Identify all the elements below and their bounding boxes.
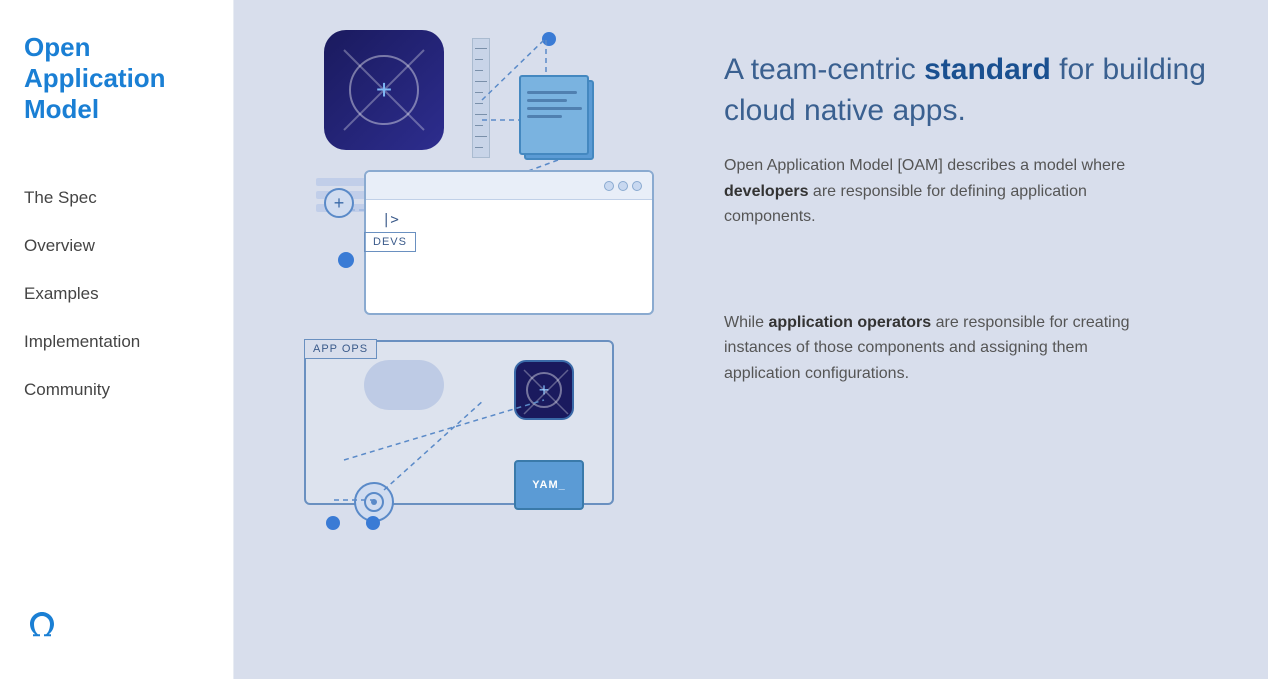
main-content: + [234, 0, 1268, 679]
ruler-tick [475, 92, 483, 93]
ruler-tick [475, 136, 487, 137]
app-icon-inner: + [349, 55, 419, 125]
ruler-tick [475, 114, 487, 115]
ruler-tick [475, 48, 487, 49]
app-icon-box: + [324, 30, 444, 150]
terminal-titlebar [366, 172, 652, 200]
sidebar-item-the-spec[interactable]: The Spec [24, 174, 209, 222]
logo: Open Application Model [24, 32, 209, 126]
sidebar: Open Application Model The Spec Overview… [0, 0, 234, 679]
doc-stack [519, 75, 599, 165]
doc-line [527, 91, 577, 94]
ruler-tick [475, 103, 483, 104]
body-text-1: Open Application Model [OAM] describes a… [724, 153, 1164, 230]
logo-text: Open Application Model [24, 32, 209, 126]
app-icon-plus: + [376, 74, 392, 106]
headline: A team-centric standard for building clo… [724, 50, 1218, 131]
connector-dot-top-right [542, 32, 556, 46]
shield-inner [364, 492, 384, 512]
doc-line [527, 107, 582, 110]
shield-dot [371, 499, 377, 505]
target-outer: + [514, 360, 574, 420]
ruler-tick [475, 70, 483, 71]
doc-line [527, 115, 562, 118]
doc-line [527, 99, 567, 102]
omega-icon [24, 606, 60, 642]
terminal-cursor: |> [382, 212, 399, 228]
body-text-2: While application operators are responsi… [724, 310, 1164, 387]
cloud-shape [364, 360, 444, 410]
headline-bold: standard [924, 53, 1051, 86]
illustration-area: + [234, 0, 694, 679]
sidebar-item-overview[interactable]: Overview [24, 222, 209, 270]
terminal-dot [632, 181, 642, 191]
doc-lines [521, 77, 587, 124]
ruler-tick [475, 125, 483, 126]
connector-dot-1 [326, 516, 340, 530]
ruler [472, 38, 490, 158]
target-icon: + [514, 360, 574, 420]
connector-dot-bottom-left [338, 252, 354, 268]
terminal-dot [604, 181, 614, 191]
nav-menu: The Spec Overview Examples Implementatio… [24, 174, 209, 582]
sidebar-bottom [24, 582, 209, 647]
ruler-tick [475, 59, 483, 60]
ruler-tick [475, 147, 483, 148]
appops-label: APP OPS [304, 339, 377, 359]
sidebar-item-implementation[interactable]: Implementation [24, 318, 209, 366]
appops-scene: APP OPS + [264, 340, 644, 540]
devs-scene: + [264, 20, 684, 330]
bottom-section: While application operators are responsi… [724, 310, 1218, 387]
connector-dot-2 [366, 516, 380, 530]
top-section: A team-centric standard for building clo… [724, 50, 1218, 230]
content-area: A team-centric standard for building clo… [694, 0, 1268, 679]
target-cross [516, 362, 576, 422]
devs-label: DEVS [364, 232, 416, 252]
plus-circle: + [324, 188, 354, 218]
sidebar-item-community[interactable]: Community [24, 366, 209, 414]
doc-front [519, 75, 589, 155]
sidebar-item-examples[interactable]: Examples [24, 270, 209, 318]
yam-box: YAM_ [514, 460, 584, 510]
terminal-dot [618, 181, 628, 191]
ruler-tick [475, 81, 487, 82]
